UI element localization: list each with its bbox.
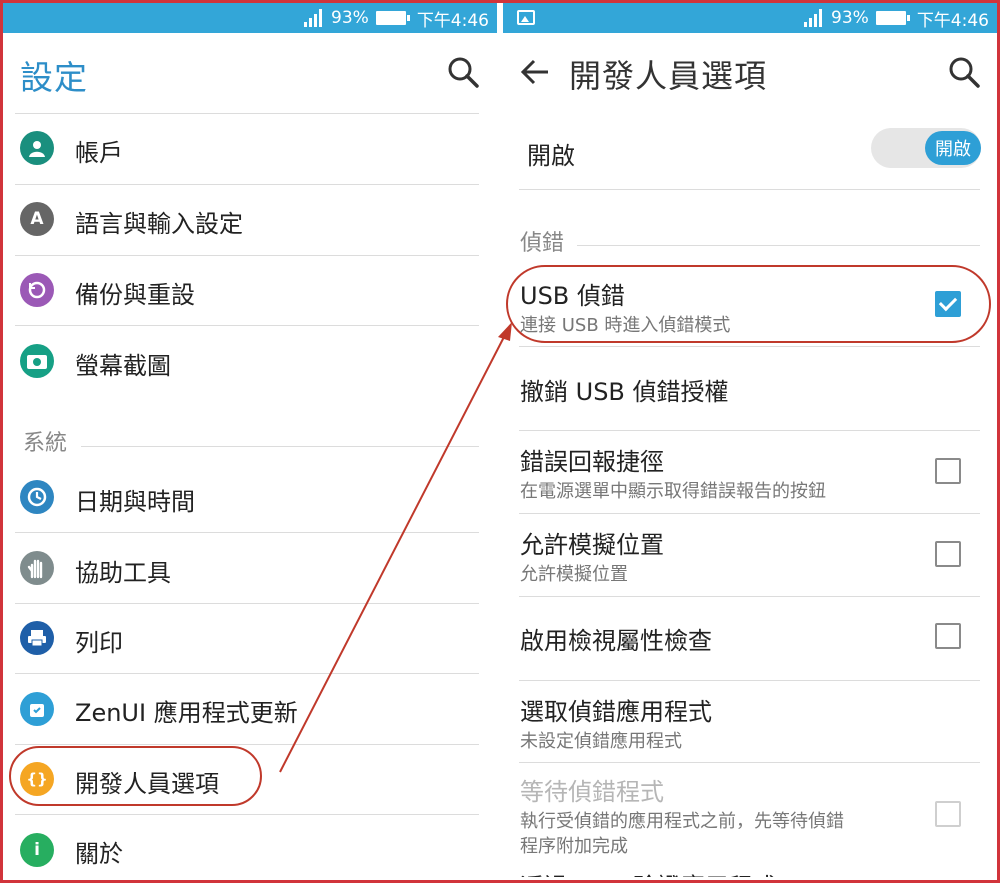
developer-options-screen: 93% 下午4:46 開發人員選項 開啟 開啟 偵錯 USB 偵錯 連接 USB… (503, 3, 997, 877)
battery-icon (875, 11, 910, 25)
separator (15, 113, 479, 114)
settings-item-label: 語言與輸入設定 (75, 210, 243, 238)
status-icons: 93% 下午4:46 (304, 6, 489, 31)
info-icon: i (20, 833, 54, 867)
page-title: 開發人員選項 (569, 57, 768, 95)
option-subtitle: 程序附加完成 (520, 836, 628, 857)
option-subtitle: 連接 USB 時進入偵錯模式 (520, 315, 731, 336)
separator (519, 513, 980, 514)
clock-icon (20, 480, 54, 514)
settings-item-label: 列印 (75, 629, 123, 657)
separator (519, 346, 980, 347)
option-title: 等待偵錯程式 (520, 778, 664, 806)
settings-item-label: 帳戶 (75, 139, 123, 167)
signal-icon (304, 9, 323, 27)
back-arrow-icon[interactable] (519, 57, 551, 87)
option-title: 透過 USB 驗證應用程式 (520, 867, 777, 877)
page-title: 設定 (20, 58, 88, 97)
search-icon[interactable] (446, 55, 480, 89)
separator (577, 245, 980, 246)
settings-item-label: 螢幕截圖 (75, 352, 171, 380)
separator (15, 744, 479, 745)
separator (519, 596, 980, 597)
master-toggle-label: 開啟 (527, 142, 575, 170)
settings-item-label: 協助工具 (75, 559, 171, 587)
battery-percent: 93% (831, 8, 869, 28)
separator (15, 325, 479, 326)
developer-icon: {} (20, 762, 54, 796)
section-header-system: 系統 (23, 431, 68, 456)
option-subtitle: 在電源選單中顯示取得錯誤報告的按鈕 (520, 481, 826, 502)
view-attribute-checkbox[interactable] (935, 623, 961, 649)
hand-icon (20, 551, 54, 585)
settings-item-label: 日期與時間 (75, 488, 195, 516)
print-icon (20, 621, 54, 655)
toggle-thumb[interactable]: 開啟 (925, 131, 981, 165)
option-title: 選取偵錯應用程式 (520, 698, 712, 726)
status-bar: 93% 下午4:46 (3, 3, 497, 33)
separator (15, 603, 479, 604)
separator (15, 814, 479, 815)
settings-item-label: 開發人員選項 (75, 770, 219, 798)
backup-icon (20, 273, 54, 307)
option-subtitle: 執行受偵錯的應用程式之前，先等待偵錯 (520, 811, 844, 832)
bug-report-checkbox[interactable] (935, 458, 961, 484)
mock-location-checkbox[interactable] (935, 541, 961, 567)
separator (519, 680, 980, 681)
settings-item-label: ZenUI 應用程式更新 (75, 699, 298, 727)
signal-icon (804, 9, 823, 27)
battery-icon (375, 11, 410, 25)
separator (15, 255, 479, 256)
language-icon: A (20, 202, 54, 236)
option-title: 啟用檢視屬性檢查 (520, 627, 712, 655)
account-icon (20, 131, 54, 165)
separator (81, 446, 479, 447)
option-subtitle: 未設定偵錯應用程式 (520, 731, 682, 752)
wait-for-debugger-checkbox[interactable] (935, 801, 961, 827)
option-title: 撤銷 USB 偵錯授權 (520, 378, 729, 406)
screenshot-icon (20, 344, 54, 378)
battery-percent: 93% (331, 8, 369, 28)
status-icons: 93% 下午4:46 (804, 6, 989, 31)
status-time: 下午4:46 (416, 10, 489, 31)
status-time: 下午4:46 (916, 10, 989, 31)
separator (15, 184, 479, 185)
option-title: 錯誤回報捷徑 (520, 448, 664, 476)
panel-divider (497, 0, 503, 883)
update-icon (20, 692, 54, 726)
settings-screen: 93% 下午4:46 設定 帳戶 A 語言與輸入設定 備份與重設 螢幕截圖 系統 (3, 3, 497, 877)
status-bar: 93% 下午4:46 (503, 3, 997, 33)
separator (519, 762, 980, 763)
gallery-notification-icon (517, 10, 535, 25)
section-header-debugging: 偵錯 (520, 231, 565, 256)
usb-debugging-checkbox[interactable] (935, 291, 961, 317)
option-subtitle: 允許模擬位置 (520, 564, 628, 585)
separator (519, 189, 980, 190)
search-icon[interactable] (947, 55, 981, 89)
settings-item-label: 關於 (75, 840, 123, 868)
separator (15, 532, 479, 533)
option-title: USB 偵錯 (520, 282, 625, 310)
separator (519, 430, 980, 431)
settings-item-label: 備份與重設 (75, 281, 195, 309)
separator (15, 673, 479, 674)
option-title: 允許模擬位置 (520, 531, 664, 559)
